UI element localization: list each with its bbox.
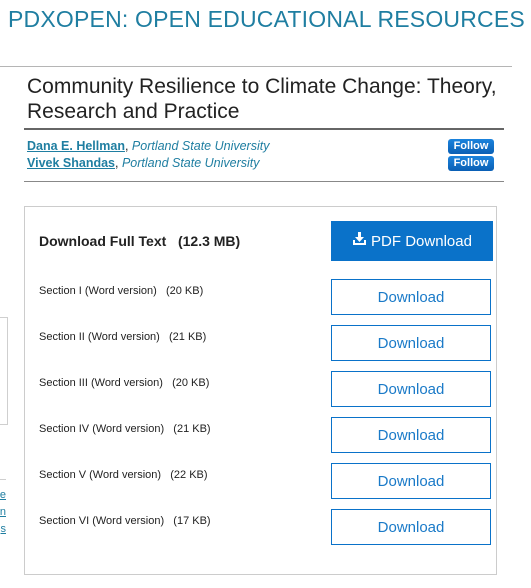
sidebar-fragment-link[interactable]: n — [0, 505, 6, 519]
section-title: Section IV (Word version) — [39, 423, 165, 435]
section-download-button[interactable]: Download — [331, 463, 491, 499]
section-label: Section III (Word version) (20 KB) — [39, 377, 209, 389]
sidebar-fragment-divider — [0, 479, 6, 480]
section-row: Section II (Word version) (21 KB) Downlo… — [25, 325, 496, 369]
section-download-button[interactable]: Download — [331, 509, 491, 545]
follow-button[interactable]: Follow — [448, 156, 494, 171]
download-tray-icon — [352, 232, 371, 250]
section-label: Section I (Word version) (20 KB) — [39, 285, 203, 297]
section-label: Section V (Word version) (22 KB) — [39, 469, 208, 481]
section-label: Section II (Word version) (21 KB) — [39, 331, 206, 343]
section-download-button[interactable]: Download — [331, 417, 491, 453]
section-download-button[interactable]: Download — [331, 371, 491, 407]
author-name-link[interactable]: Vivek Shandas — [27, 156, 115, 170]
sidebar-fragment-box — [0, 317, 8, 425]
site-header-title[interactable]: PDXOPEN: OPEN EDUCATIONAL RESOURCES — [8, 6, 525, 33]
follow-button[interactable]: Follow — [448, 139, 494, 154]
sidebar-fragment-link[interactable]: s — [0, 522, 7, 536]
section-title: Section III (Word version) — [39, 377, 163, 389]
page-title: Community Resilience to Climate Change: … — [27, 75, 497, 123]
author-row: Dana E. Hellman, Portland State Universi… — [27, 138, 495, 155]
section-title: Section VI (Word version) — [39, 515, 165, 527]
full-text-title: Download Full Text — [39, 233, 167, 249]
section-row: Section III (Word version) (20 KB) Downl… — [25, 371, 496, 415]
author-affiliation: Portland State University — [131, 139, 270, 153]
download-panel: Download Full Text (12.3 MB) PDF Downloa… — [24, 206, 497, 575]
header-divider — [0, 66, 512, 67]
pdf-download-label: PDF Download — [371, 232, 472, 250]
section-title: Section II (Word version) — [39, 331, 160, 343]
section-label: Section VI (Word version) (17 KB) — [39, 515, 211, 527]
section-size: (20 KB) — [172, 377, 210, 389]
full-text-label: Download Full Text (12.3 MB) — [39, 233, 240, 249]
sidebar-fragment-link[interactable]: e, — [0, 488, 6, 502]
author-list: Dana E. Hellman, Portland State Universi… — [27, 138, 495, 172]
section-label: Section IV (Word version) (21 KB) — [39, 423, 211, 435]
author-affiliation: Portland State University — [121, 156, 260, 170]
section-row: Section I (Word version) (20 KB) Downloa… — [25, 279, 496, 323]
author-separator: , — [124, 139, 132, 153]
section-download-button[interactable]: Download — [331, 279, 491, 315]
full-text-size: (12.3 MB) — [177, 233, 241, 249]
section-row: Section VI (Word version) (17 KB) Downlo… — [25, 509, 496, 553]
section-size: (21 KB) — [173, 423, 211, 435]
section-title: Section I (Word version) — [39, 285, 157, 297]
section-size: (22 KB) — [170, 469, 208, 481]
author-separator: , — [115, 156, 122, 170]
section-row: Section V (Word version) (22 KB) Downloa… — [25, 463, 496, 507]
authors-divider — [24, 181, 504, 182]
section-size: (20 KB) — [165, 285, 204, 297]
author-row: Vivek Shandas, Portland State University… — [27, 155, 495, 172]
section-size: (21 KB) — [169, 331, 207, 343]
section-row: Section IV (Word version) (21 KB) Downlo… — [25, 417, 496, 461]
section-title: Section V (Word version) — [39, 469, 162, 481]
section-download-button[interactable]: Download — [331, 325, 491, 361]
section-size: (17 KB) — [173, 515, 211, 527]
title-divider — [24, 128, 504, 130]
author-name-link[interactable]: Dana E. Hellman — [27, 139, 125, 153]
pdf-download-button[interactable]: PDF Download — [331, 221, 493, 261]
